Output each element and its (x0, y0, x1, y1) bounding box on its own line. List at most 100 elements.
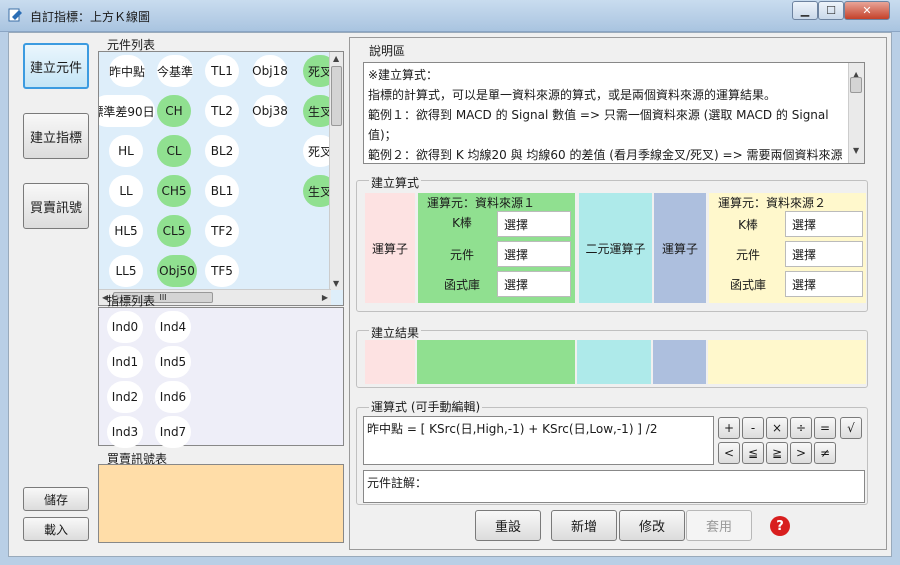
scroll-right-icon[interactable]: ▶ (322, 293, 328, 302)
component-chip[interactable]: BL2 (205, 135, 239, 167)
component-chip[interactable]: CH (157, 95, 191, 127)
component-chip[interactable]: HL5 (109, 215, 143, 247)
indicator-chip[interactable]: Ind3 (107, 416, 143, 448)
formula-textarea[interactable]: 昨中點 = [ KSrc(日,High,-1) + KSrc(日,Low,-1)… (363, 416, 714, 465)
source2-library-select[interactable]: 選擇 (785, 271, 863, 297)
build-result-label: 建立結果 (369, 324, 422, 341)
apply-button[interactable]: 套用 (686, 510, 752, 541)
indicator-chip[interactable]: Ind5 (155, 346, 191, 378)
scroll-down-icon[interactable]: ▼ (853, 141, 859, 161)
description-line: 值)； (368, 128, 397, 142)
component-chip[interactable]: TL2 (205, 95, 239, 127)
op-less-equal-button[interactable]: ≦ (742, 442, 764, 464)
source1-kbar-select[interactable]: 選擇 (497, 211, 571, 237)
source1-row-label: 函式庫 (443, 277, 480, 292)
description-line: ※建立算式： (368, 68, 439, 82)
op-equals-button[interactable]: = (814, 417, 836, 439)
scroll-up-icon[interactable]: ▲ (333, 54, 339, 63)
modify-button[interactable]: 修改 (619, 510, 685, 541)
add-button[interactable]: 新增 (551, 510, 617, 541)
app-icon (8, 8, 22, 22)
source1-library-select[interactable]: 選擇 (497, 271, 571, 297)
component-note-field[interactable]: 元件註解： (363, 470, 865, 503)
component-chip[interactable]: Obj18 (252, 55, 288, 87)
window-title: 自訂指標：上方Ｋ線圖 (30, 10, 151, 24)
op-less-button[interactable]: < (718, 442, 740, 464)
operator-slot-2[interactable]: 運算子 (654, 193, 706, 303)
save-button[interactable]: 儲存 (23, 487, 89, 511)
window-client: 建立元件 建立指標 買賣訊號 儲存 載入 元件列表 昨中點 今基準 TL1 Ob… (8, 32, 892, 557)
indicator-chip[interactable]: Ind1 (107, 346, 143, 378)
component-chip[interactable]: BL1 (205, 175, 239, 207)
component-chip[interactable]: CH5 (157, 175, 191, 207)
signal-list (98, 464, 344, 543)
component-chip[interactable]: 昨中點 (109, 55, 145, 87)
component-chip[interactable]: LL (109, 175, 143, 207)
result-binary-cell (577, 340, 651, 384)
scroll-thumb[interactable] (331, 66, 342, 126)
op-divide-button[interactable]: ÷ (790, 417, 812, 439)
component-chip[interactable]: Obj38 (252, 95, 288, 127)
operator-slot[interactable]: 運算子 (365, 193, 415, 303)
maximize-button[interactable]: ☐ (818, 1, 844, 20)
op-not-equal-button[interactable]: ≠ (814, 442, 836, 464)
source1-component-select[interactable]: 選擇 (497, 241, 571, 267)
indicator-chip[interactable]: Ind6 (155, 381, 191, 413)
load-button[interactable]: 載入 (23, 517, 89, 541)
trade-signal-button[interactable]: 買賣訊號 (23, 183, 89, 229)
result-source2-cell (708, 340, 866, 384)
minimize-button[interactable]: ▁ (792, 1, 818, 20)
title-bar: 自訂指標：上方Ｋ線圖 ▁ ☐ ✕ (0, 0, 900, 32)
source1-row-label: K棒 (452, 215, 472, 230)
build-formula-label: 建立算式 (369, 174, 422, 191)
reset-button[interactable]: 重設 (475, 510, 541, 541)
scroll-down-icon[interactable]: ▼ (333, 279, 339, 288)
result-operator2-cell (653, 340, 706, 384)
op-greater-button[interactable]: > (790, 442, 812, 464)
component-chip[interactable]: 今基準 (157, 55, 193, 87)
source2-row-label: 元件 (735, 247, 760, 262)
component-chip[interactable]: TF2 (205, 215, 239, 247)
component-chip[interactable]: Obj50 (157, 255, 197, 287)
source2-row-label: 函式庫 (729, 277, 766, 292)
source2-row-label: K棒 (738, 217, 758, 232)
op-sqrt-button[interactable]: √ (840, 417, 862, 439)
indicator-chip[interactable]: Ind2 (107, 381, 143, 413)
formula-label: 運算式 (可手動編輯) (369, 398, 483, 415)
description-box: ※建立算式： 指標的計算式，可以是單一資料來源的算式，或是兩個資料來源的運算結果… (363, 62, 865, 164)
component-vertical-scrollbar[interactable]: ▲ ▼ (329, 52, 343, 290)
source2-kbar-select[interactable]: 選擇 (785, 211, 863, 237)
description-line: 指標的計算式，可以是單一資料來源的算式，或是兩個資料來源的運算結果。 (368, 88, 777, 102)
component-chip[interactable]: HL (109, 135, 143, 167)
description-label: 說明區 (369, 44, 406, 58)
op-minus-button[interactable]: - (742, 417, 764, 439)
source2-title: 運算元：資料來源２ (718, 196, 827, 210)
binary-operator-slot[interactable]: 二元運算子 (579, 193, 652, 303)
component-chip[interactable]: CL (157, 135, 191, 167)
indicator-list: Ind0 Ind4 Ind1 Ind5 Ind2 Ind6 Ind3 Ind7 (98, 307, 344, 448)
component-chip[interactable]: LL5 (109, 255, 143, 287)
op-multiply-button[interactable]: × (766, 417, 788, 439)
component-chip[interactable]: TF5 (205, 255, 239, 287)
component-chip[interactable]: CL5 (157, 215, 191, 247)
component-list: 昨中點 今基準 TL1 Obj18 死叉 標準差90日 CH TL2 Obj38… (98, 51, 344, 306)
result-source1-cell (417, 340, 575, 384)
help-icon[interactable]: ? (770, 516, 790, 536)
indicator-chip[interactable]: Ind4 (155, 311, 191, 343)
op-greater-equal-button[interactable]: ≧ (766, 442, 788, 464)
create-indicator-button[interactable]: 建立指標 (23, 113, 89, 159)
description-scrollbar[interactable]: ▲ ▼ (848, 63, 864, 163)
result-operator-cell (365, 340, 415, 384)
component-chip[interactable]: TL1 (205, 55, 239, 87)
source1-row-label: 元件 (449, 247, 474, 262)
create-component-button[interactable]: 建立元件 (23, 43, 89, 89)
indicator-chip[interactable]: Ind0 (107, 311, 143, 343)
op-plus-button[interactable]: + (718, 417, 740, 439)
component-chip[interactable]: 標準差90日 (99, 95, 155, 127)
close-button[interactable]: ✕ (844, 1, 890, 20)
source2-component-select[interactable]: 選擇 (785, 241, 863, 267)
description-line: 範例１：欲得到 MACD 的 Signal 數值 => 只需一個資料來源 (選取… (368, 108, 829, 122)
indicator-chip[interactable]: Ind7 (155, 416, 191, 448)
scroll-thumb[interactable] (850, 77, 862, 93)
description-line: 範例２：欲得到 K 均線20 與 均線60 的差值 (看月季線金叉/死叉) =>… (368, 148, 843, 162)
